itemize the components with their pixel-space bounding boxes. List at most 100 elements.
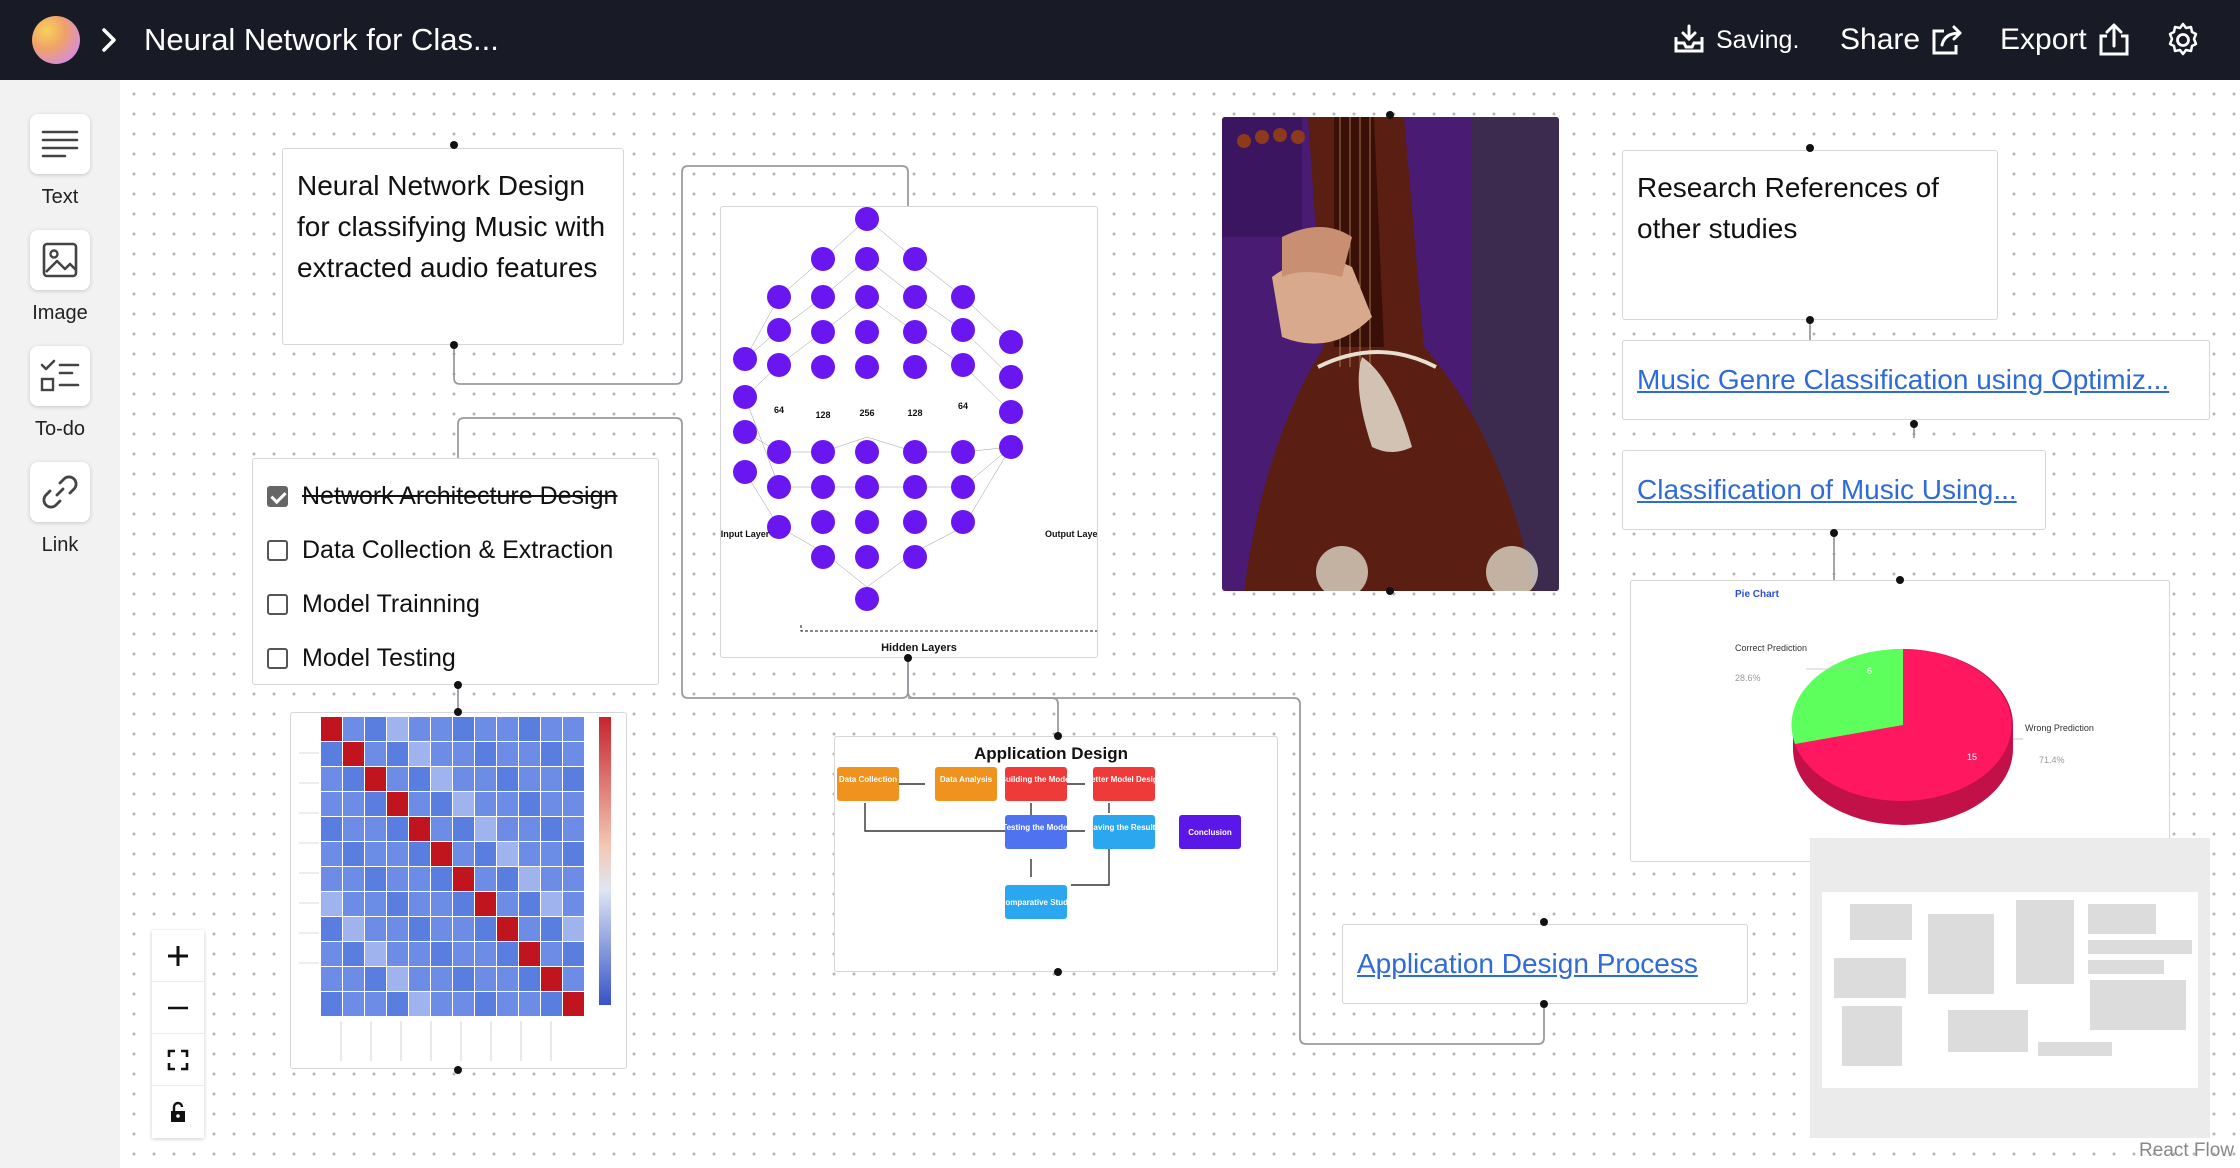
minimap-node [2088, 940, 2192, 954]
pie-label-correct: Correct Prediction [1735, 643, 1807, 653]
heatmap-cell [563, 717, 584, 741]
app-process-link-node[interactable]: Application Design Process [1342, 924, 1748, 1004]
todo-label: Data Collection & Extraction [302, 535, 614, 564]
text-tool-tile[interactable] [30, 114, 90, 174]
genre-link[interactable]: Music Genre Classification using Optimiz… [1637, 364, 2169, 396]
node-handle[interactable] [1806, 316, 1814, 324]
nn-diagram-node[interactable]: 64 128 256 128 64 Input Layer Output Lay… [720, 206, 1098, 658]
pie-percent-correct: 28.6% [1735, 673, 1761, 683]
node-handle[interactable] [904, 654, 912, 662]
text-tool[interactable]: Text [0, 114, 120, 209]
chevron-right-icon[interactable] [98, 22, 122, 58]
heatmap-cell [453, 942, 474, 966]
node-handle[interactable] [1054, 968, 1062, 976]
lock-button[interactable] [152, 1086, 204, 1138]
share-button[interactable]: Share [1840, 18, 1966, 62]
minimap[interactable] [1810, 838, 2210, 1138]
classification-link[interactable]: Classification of Music Using... [1637, 474, 2017, 506]
heatmap-cell [453, 717, 474, 741]
node-handle[interactable] [450, 341, 458, 349]
heatmap-cell [541, 792, 562, 816]
heatmap-cell [409, 942, 430, 966]
heatmap-cell [321, 892, 342, 916]
node-handle[interactable] [1386, 111, 1394, 119]
heatmap-cell [387, 867, 408, 891]
heatmap-cell [431, 917, 452, 941]
heatmap-cell [541, 992, 562, 1016]
heatmap-cell [497, 992, 518, 1016]
heatmap-cell [365, 717, 386, 741]
node-handle[interactable] [450, 141, 458, 149]
heatmap-cell [431, 717, 452, 741]
heatmap-cell [321, 992, 342, 1016]
heatmap-cell [475, 967, 496, 991]
todo-tool[interactable]: To-do [0, 346, 120, 441]
heatmap-cell [387, 792, 408, 816]
pie-chart-node[interactable]: Pie Chart Correct Prediction 28.6% Wrong… [1630, 580, 2170, 862]
node-handle[interactable] [1806, 144, 1814, 152]
heatmap-cell [343, 942, 364, 966]
app-logo[interactable] [32, 16, 80, 64]
design-text-node[interactable]: Neural Network Design for classifying Mu… [282, 148, 624, 345]
todo-checkbox[interactable] [267, 539, 288, 561]
node-handle[interactable] [1830, 529, 1838, 537]
node-handle[interactable] [454, 681, 462, 689]
node-handle[interactable] [1896, 576, 1904, 584]
node-handle[interactable] [454, 1066, 462, 1074]
box-building-model: Building the Model [1000, 775, 1072, 784]
todo-checkbox[interactable] [267, 593, 288, 615]
react-flow-attribution[interactable]: React Flow [2139, 1140, 2234, 1162]
todo-item[interactable]: Network Architecture Design [267, 469, 644, 523]
todo-item[interactable]: Model Testing [267, 631, 644, 685]
heatmap-cell [475, 792, 496, 816]
node-handle[interactable] [1910, 420, 1918, 428]
instrument-photo-node[interactable] [1222, 117, 1559, 591]
heatmap-node[interactable] [290, 712, 627, 1069]
heatmap-cell [321, 917, 342, 941]
heatmap-cell [541, 842, 562, 866]
todo-checkbox[interactable] [267, 647, 288, 669]
node-handle[interactable] [1386, 587, 1394, 595]
heatmap-cell [387, 767, 408, 791]
heatmap-cell [431, 992, 452, 1016]
genre-link-node[interactable]: Music Genre Classification using Optimiz… [1622, 340, 2210, 420]
todo-tool-tile[interactable] [30, 346, 90, 406]
zoom-in-button[interactable] [152, 930, 204, 982]
heatmap-cell [497, 767, 518, 791]
app-process-link[interactable]: Application Design Process [1357, 948, 1698, 980]
app-design-node[interactable]: Application Design Data Collection Data … [834, 736, 1278, 972]
link-icon [42, 475, 78, 509]
heatmap-cell [343, 867, 364, 891]
node-handle[interactable] [454, 708, 462, 716]
heatmap-cell [409, 742, 430, 766]
todo-item[interactable]: Data Collection & Extraction [267, 523, 644, 577]
node-handle[interactable] [1054, 732, 1062, 740]
settings-button[interactable] [2164, 18, 2202, 62]
box-data-analysis: Data Analysis [940, 775, 993, 784]
fit-view-button[interactable] [152, 1034, 204, 1086]
heatmap-cell [321, 767, 342, 791]
unlock-icon [171, 1101, 185, 1122]
heatmap-cell [519, 717, 540, 741]
node-handle[interactable] [1540, 918, 1548, 926]
link-tool[interactable]: Link [0, 462, 120, 557]
todo-checkbox[interactable] [267, 485, 288, 507]
todo-node[interactable]: Network Architecture Design Data Collect… [252, 458, 659, 685]
app-design-title: Application Design [974, 744, 1128, 763]
node-handle[interactable] [1540, 1000, 1548, 1008]
heatmap-cell [387, 742, 408, 766]
image-tool[interactable]: Image [0, 230, 120, 325]
heatmap-cell [409, 892, 430, 916]
image-tool-tile[interactable] [30, 230, 90, 290]
zoom-out-button[interactable] [152, 982, 204, 1034]
export-button[interactable]: Export [2000, 18, 2131, 62]
todo-item[interactable]: Model Trainning [267, 577, 644, 631]
heatmap-cell [321, 792, 342, 816]
research-text-node[interactable]: Research References of other studies [1622, 150, 1998, 320]
link-tool-tile[interactable] [30, 462, 90, 522]
heatmap-cell [497, 942, 518, 966]
classification-link-node[interactable]: Classification of Music Using... [1622, 450, 2046, 530]
todo-label: Model Testing [302, 643, 456, 672]
heatmap-cell [453, 967, 474, 991]
document-title[interactable]: Neural Network for Clas... [144, 22, 499, 58]
